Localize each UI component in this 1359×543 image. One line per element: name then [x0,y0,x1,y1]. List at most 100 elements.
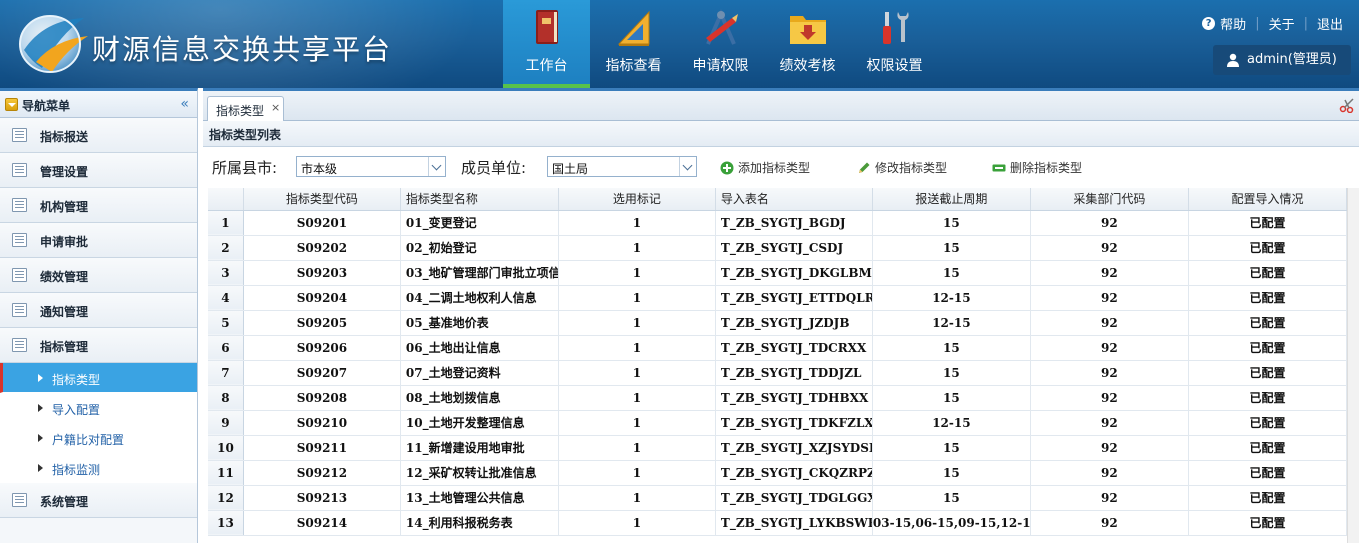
topnav-item-permission-settings[interactable]: 权限设置 [851,0,938,88]
sidebar-item-system-management[interactable]: 系统管理 [0,483,197,518]
column-header-flag[interactable]: 选用标记 [558,188,716,211]
cell-flag: 1 [558,260,716,286]
cell-code: S09214 [243,510,401,536]
table-row[interactable]: 6 S09206 06_土地出让信息 1 T_ZB_SYGTJ_TDCRXX 15 92 已配… [208,335,1348,361]
sidebar-item-management-settings[interactable]: 管理设置 [0,153,197,188]
sidebar-item-indicator-management[interactable]: 指标管理 [0,328,197,363]
list-icon [12,493,27,507]
delete-button-label: 删除指标类型 [1010,161,1083,175]
topnav-item-performance[interactable]: 绩效考核 [764,0,851,88]
table-row[interactable]: 1 S09201 01_变更登记 1 T_ZB_SYGTJ_BGDJ 15 92 已配置 [208,210,1348,236]
column-header-import-table[interactable]: 导入表名 [715,188,873,211]
cell-name: 14_利用科报税务表 [400,510,559,536]
topnav-label: 工作台 [525,58,568,74]
add-indicator-type-button[interactable]: 添加指标类型 [720,159,810,176]
cell-import-status: 已配置 [1188,460,1348,486]
vertical-scrollbar[interactable] [1347,188,1359,543]
topnav-item-indicator-view[interactable]: 指标查看 [590,0,677,88]
cell-name: 01_变更登记 [400,210,559,236]
table-row[interactable]: 5 S09205 05_基准地价表 1 T_ZB_SYGTJ_JZDJB 12-15 92 已… [208,310,1348,336]
column-header-import-status[interactable]: 配置导入情况 [1188,188,1348,211]
cell-deadline: 15 [872,460,1031,486]
cell-code: S09205 [243,310,401,336]
topnav-item-apply-permission[interactable]: 申请权限 [677,0,764,88]
separator: | [1255,16,1260,31]
column-header-code[interactable]: 指标类型代码 [243,188,401,211]
cell-code: S09201 [243,210,401,236]
sidebar-item-label: 机构管理 [40,200,89,214]
cell-import-table: T_ZB_SYGTJ_DKGLBMSP [715,260,873,286]
row-number: 9 [208,410,244,436]
column-header-rownum [208,188,244,211]
county-select[interactable]: 市本级 [296,156,446,177]
help-link[interactable]: 帮助 [1220,14,1246,33]
app-header: 财源信息交换共享平台 工作台 指标查看 申请权限 绩效考核 权限设置 ? 帮助 … [0,0,1359,88]
table-row[interactable]: 13 S09214 14_利用科报税务表 1 T_ZB_SYGTJ_LYKBSWB 03-… [208,510,1348,536]
cell-import-table: T_ZB_SYGTJ_TDCRXX [715,335,873,361]
add-button-label: 添加指标类型 [738,161,811,175]
collapse-sidebar-icon[interactable]: « [180,96,189,112]
submenu-item-import-config[interactable]: 导入配置 [0,393,197,423]
row-number: 3 [208,260,244,286]
submenu-item-label: 指标类型 [52,373,101,387]
column-header-name[interactable]: 指标类型名称 [400,188,559,211]
sidebar-item-label: 管理设置 [40,165,89,179]
topnav-item-workbench[interactable]: 工作台 [503,0,590,88]
sidebar-item-notice[interactable]: 通知管理 [0,293,197,328]
row-number: 8 [208,385,244,411]
table-row[interactable]: 7 S09207 07_土地登记资料 1 T_ZB_SYGTJ_TDDJZL 15 92 已配… [208,360,1348,386]
cell-flag: 1 [558,285,716,311]
logout-link[interactable]: 退出 [1317,14,1343,33]
cell-dept-code: 92 [1030,335,1189,361]
cell-code: S09213 [243,485,401,511]
close-icon[interactable]: × [271,101,280,114]
sidebar: 导航菜单 « 指标报送 管理设置 机构管理 申请审批 绩效管理 通知管理 指标管… [0,88,198,543]
folder-download-icon [790,16,826,44]
cell-flag: 1 [558,485,716,511]
cell-name: 05_基准地价表 [400,310,559,336]
cell-import-table: T_ZB_SYGTJ_TDHBXX [715,385,873,411]
sidebar-item-indicator-report[interactable]: 指标报送 [0,118,197,153]
unit-select[interactable]: 国土局 [547,156,697,177]
user-menu[interactable]: admin(管理员) [1213,45,1351,75]
cell-dept-code: 92 [1030,435,1189,461]
table-row[interactable]: 8 S09208 08_土地划拨信息 1 T_ZB_SYGTJ_TDHBXX 15 92 已配… [208,385,1348,411]
book-icon [536,10,558,44]
submenu-item-indicator-monitor[interactable]: 指标监测 [0,453,197,483]
table-row[interactable]: 11 S09212 12_采矿权转让批准信息 1 T_ZB_SYGTJ_CKQZRPZX… [208,460,1348,486]
submenu-item-indicator-type[interactable]: 指标类型 [0,363,197,393]
cell-deadline: 15 [872,385,1031,411]
cell-deadline: 12-15 [872,410,1031,436]
column-header-deadline[interactable]: 报送截止周期 [872,188,1031,211]
table-row[interactable]: 9 S09210 10_土地开发整理信息 1 T_ZB_SYGTJ_TDKFZLXX 12… [208,410,1348,436]
table-row[interactable]: 4 S09204 04_二调土地权利人信息 1 T_ZB_SYGTJ_ETTDQLRX 1… [208,285,1348,311]
tab-indicator-type[interactable]: 指标类型 × [207,96,284,121]
about-link[interactable]: 关于 [1269,14,1295,33]
table-row[interactable]: 2 S09202 02_初始登记 1 T_ZB_SYGTJ_CSDJ 15 92 已配置 [208,235,1348,261]
sidebar-item-organization[interactable]: 机构管理 [0,188,197,223]
sidebar-item-performance[interactable]: 绩效管理 [0,258,197,293]
sidebar-item-label: 系统管理 [40,495,89,509]
county-select-value: 市本级 [301,162,338,176]
sidebar-item-label: 指标报送 [40,130,89,144]
sidebar-item-approval[interactable]: 申请审批 [0,223,197,258]
submenu-item-household-compare-config[interactable]: 户籍比对配置 [0,423,197,453]
cell-import-status: 已配置 [1188,260,1348,286]
column-header-dept-code[interactable]: 采集部门代码 [1030,188,1189,211]
table-row[interactable]: 12 S09213 13_土地管理公共信息 1 T_ZB_SYGTJ_TDGLGGXX 1… [208,485,1348,511]
cell-flag: 1 [558,510,716,536]
cell-code: S09208 [243,385,401,411]
submenu-indicator-management: 指标类型 导入配置 户籍比对配置 指标监测 [0,363,197,483]
cell-import-status: 已配置 [1188,385,1348,411]
table-row[interactable]: 10 S09211 11_新增建设用地审批 1 T_ZB_SYGTJ_XZJSYDSP 1… [208,435,1348,461]
scissors-icon[interactable] [1339,97,1355,113]
cell-import-table: T_ZB_SYGTJ_ETTDQLRX [715,285,873,311]
cell-deadline: 15 [872,335,1031,361]
row-number: 7 [208,360,244,386]
edit-indicator-type-button[interactable]: 修改指标类型 [857,159,947,176]
delete-indicator-type-button[interactable]: 删除指标类型 [992,159,1082,176]
cell-name: 13_土地管理公共信息 [400,485,559,511]
table-row[interactable]: 3S0920303_地矿管理部门审批立项信1T_ZB_SYGTJ_DKGLBMS… [208,260,1348,286]
cell-flag: 1 [558,210,716,236]
cell-flag: 1 [558,310,716,336]
